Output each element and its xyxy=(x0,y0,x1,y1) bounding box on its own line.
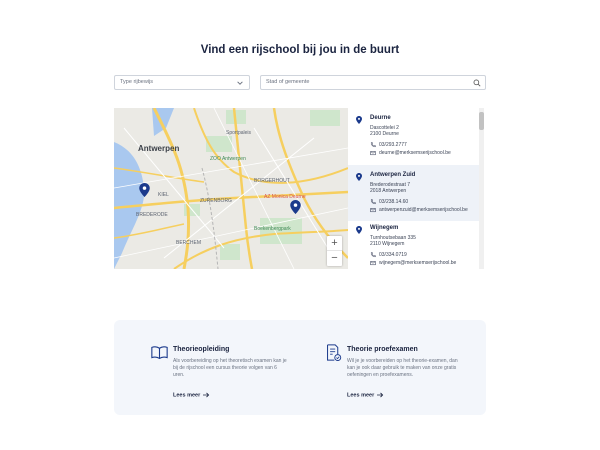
location-pin-icon xyxy=(356,226,362,234)
info-card: Theorieopleiding Als voorbereiding op he… xyxy=(114,320,486,415)
scrollbar-thumb[interactable] xyxy=(479,112,484,130)
email-icon xyxy=(370,261,376,266)
page-title: Vind een rijschool bij jou in de buurt xyxy=(200,44,400,56)
license-type-select[interactable]: Type rijbewijs xyxy=(114,75,250,90)
map-label-kiel: KIEL xyxy=(158,192,169,198)
card-body: Wil je je voorbereiden op het theorie-ex… xyxy=(347,358,458,378)
result-name: Wijnegem xyxy=(370,225,399,231)
map-label-brederode: BREDERODE xyxy=(136,212,168,218)
email-icon xyxy=(370,208,376,213)
read-more-link[interactable]: Lees meer xyxy=(347,392,384,398)
result-address-line2: 2018 Antwerpen xyxy=(370,188,407,194)
result-item[interactable]: Wijnegem Turnhoutsebaan 335 2110 Wijnege… xyxy=(348,218,478,269)
map-label-borgerhout: BORGERHOUT xyxy=(254,178,290,184)
location-pin-icon xyxy=(356,116,362,124)
zoom-in-button[interactable]: + xyxy=(327,236,342,251)
result-item[interactable]: Antwerpen Zuid Brederodestraat 7 2018 An… xyxy=(348,165,480,221)
card-body: Als voorbereiding op het theoretisch exa… xyxy=(173,358,287,378)
city-search-input[interactable]: Stad of gemeente xyxy=(260,75,486,90)
search-icon[interactable] xyxy=(473,79,481,87)
location-pin-icon xyxy=(356,173,362,181)
phone-icon xyxy=(370,142,376,148)
map-pin-deurne[interactable] xyxy=(290,200,301,214)
book-icon xyxy=(151,346,168,360)
result-phone-text: 03/334.0719 xyxy=(379,252,407,258)
map-label-berchem: BERCHEM xyxy=(176,240,202,246)
map-pin-antwerpen-zuid[interactable] xyxy=(139,183,150,197)
map-poi-boekenberg: Boekenbergpark xyxy=(254,226,291,232)
card-theorieopleiding: Theorieopleiding Als voorbereiding op he… xyxy=(151,320,301,415)
map[interactable]: Antwerpen BREDERODE BERCHEM ZURENBORG BO… xyxy=(114,108,348,269)
card-title: Theorie proefexamen xyxy=(347,346,418,353)
map-label-antwerpen: Antwerpen xyxy=(138,144,180,153)
result-phone-text: 03/293.2777 xyxy=(379,142,407,148)
email-icon xyxy=(370,151,376,156)
results-scrollbar[interactable] xyxy=(479,108,484,269)
card-theorie-proefexamen: Theorie proefexamen Wil je je voorbereid… xyxy=(325,320,475,415)
exam-document-icon xyxy=(327,344,342,361)
result-address-line2: 2100 Deurne xyxy=(370,131,399,137)
result-address-line2: 2110 Wijnegem xyxy=(370,241,405,247)
result-email-text: deurne@merksemserijschool.be xyxy=(379,150,451,156)
chevron-down-icon xyxy=(237,81,243,85)
read-more-label: Lees meer xyxy=(173,392,201,399)
map-poi-zoo: ZOO Antwerpen xyxy=(210,156,246,162)
result-email-text: antwerpenzuid@merksemserijschool.be xyxy=(379,207,468,213)
read-more-label: Lees meer xyxy=(347,392,375,399)
phone-icon xyxy=(370,252,376,258)
result-phone-text: 03/238.14.60 xyxy=(379,199,409,205)
arrow-right-icon xyxy=(377,392,384,398)
city-search-placeholder: Stad of gemeente xyxy=(266,79,310,85)
map-poi-sportpaleis: Sportpaleis xyxy=(226,130,252,136)
arrow-right-icon xyxy=(203,392,210,398)
card-title: Theorieopleiding xyxy=(173,346,230,353)
result-email-text: wijnegem@merksemserijschool.be xyxy=(379,260,457,266)
result-name: Antwerpen Zuid xyxy=(370,172,416,178)
read-more-link[interactable]: Lees meer xyxy=(173,392,210,398)
map-label-zurenborg: ZURENBORG xyxy=(200,198,232,204)
result-name: Deurne xyxy=(370,115,391,121)
zoom-out-button[interactable]: − xyxy=(327,251,342,266)
map-zoom-controls: + − xyxy=(327,236,342,266)
results-list[interactable]: Deurne Dascottelei 2 2100 Deurne 03/293.… xyxy=(348,108,486,269)
phone-icon xyxy=(370,199,376,205)
license-type-placeholder: Type rijbewijs xyxy=(120,79,154,85)
result-item[interactable]: Deurne Dascottelei 2 2100 Deurne 03/293.… xyxy=(348,108,478,164)
